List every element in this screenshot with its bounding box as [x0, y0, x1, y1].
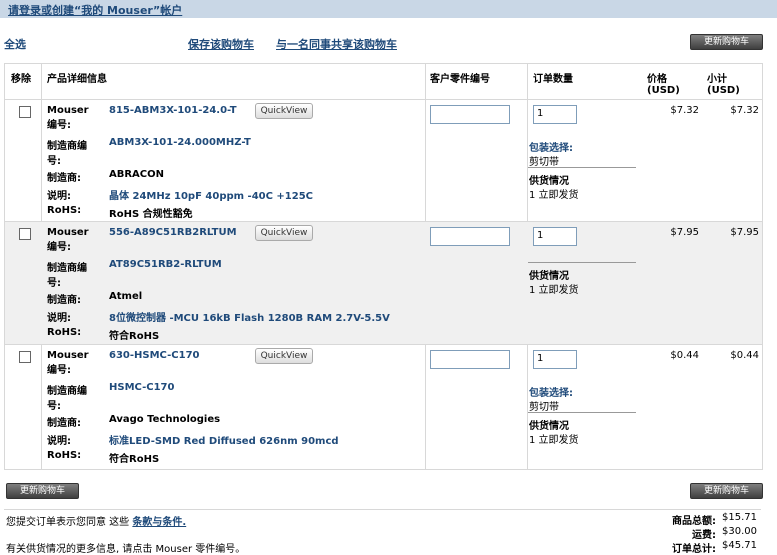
desc-label: 说明: — [47, 436, 71, 447]
customer-part-input[interactable] — [430, 105, 510, 124]
desc-label: 说明: — [47, 191, 71, 202]
mouser-no-label: Mouser 编号: — [47, 227, 89, 253]
qty-input[interactable]: 1 — [533, 227, 577, 246]
desc-link[interactable]: 8位微控制器 -MCU 16kB Flash 1280B RAM 2.7V-5.… — [109, 309, 390, 324]
divider — [528, 167, 636, 168]
mouser-no-label: Mouser 编号: — [47, 350, 89, 376]
cart-table-header: 移除 产品详细信息 客户零件编号 订单数量 价格 (USD) 小计 (USD) — [5, 64, 762, 100]
line-subtotal: $7.95 — [730, 227, 759, 238]
rohs-value: 符合RoHS — [109, 331, 160, 342]
mfr-no-label: 制造商编号: — [47, 263, 87, 289]
merch-total-value: $15.71 — [722, 512, 757, 523]
quickview-button[interactable]: QuickView — [255, 103, 313, 119]
login-link[interactable]: 请登录或创建“我的 Mouser”帐户 — [8, 2, 182, 18]
save-cart-link[interactable]: 保存该购物车 — [188, 36, 254, 52]
cart-row: Mouser 编号: 556-A89C51RB2RLTUM QuickView … — [5, 222, 762, 345]
remove-checkbox[interactable] — [19, 106, 31, 118]
mouser-no-link[interactable]: 815-ABM3X-101-24.0-T — [109, 105, 237, 116]
mfr-no-link[interactable]: HSMC-C170 — [109, 382, 174, 393]
availability-value: 1 立即发货 — [529, 435, 579, 446]
shipping-value: $30.00 — [722, 526, 757, 537]
mfr-value: Avago Technologies — [109, 414, 221, 425]
mfr-label: 制造商: — [47, 295, 81, 306]
rohs-label: RoHS: — [47, 327, 82, 338]
update-cart-button-top[interactable]: 更新购物车 — [690, 34, 763, 50]
shipping-label: 运费: — [692, 530, 716, 541]
terms-text: 您提交订单表示您同意 这些 条款与条件. — [6, 513, 186, 528]
packaging-value: 剪切带 — [529, 157, 559, 168]
update-cart-button-bottom-left[interactable]: 更新购物车 — [6, 483, 79, 499]
quickview-button[interactable]: QuickView — [255, 225, 313, 241]
mfr-no-label: 制造商编号: — [47, 141, 87, 167]
availability-label: 供货情况 — [529, 271, 569, 282]
divider — [4, 509, 761, 510]
line-subtotal: $0.44 — [730, 350, 759, 361]
mfr-no-link[interactable]: AT89C51RB2-RLTUM — [109, 259, 222, 270]
rohs-value: 符合RoHS — [109, 454, 160, 465]
col-subtotal: 小计 (USD) — [707, 74, 740, 96]
login-bar: 请登录或创建“我的 Mouser”帐户 — [0, 0, 777, 18]
terms-prefix: 您提交订单表示您同意 这些 — [6, 517, 130, 528]
col-order-qty: 订单数量 — [533, 74, 573, 85]
unit-price: $7.32 — [670, 105, 699, 116]
availability-value: 1 立即发货 — [529, 285, 579, 296]
mfr-no-link[interactable]: ABM3X-101-24.000MHZ-T — [109, 137, 251, 148]
packaging-link[interactable]: 包装选择: — [529, 139, 573, 154]
mouser-no-link[interactable]: 556-A89C51RB2RLTUM — [109, 227, 237, 238]
mfr-label: 制造商: — [47, 173, 81, 184]
mouser-no-label: Mouser 编号: — [47, 105, 89, 131]
rohs-value: RoHS 合规性豁免 — [109, 209, 193, 220]
mfr-no-label: 制造商编号: — [47, 386, 87, 412]
cart-row: Mouser 编号: 630-HSMC-C170 QuickView 制造商编号… — [5, 345, 762, 468]
col-price: 价格 (USD) — [647, 74, 680, 96]
divider — [528, 262, 636, 263]
rohs-label: RoHS: — [47, 205, 82, 216]
remove-checkbox[interactable] — [19, 228, 31, 240]
cart-toolbar: 全选 保存该购物车 与一名同事共享该购物车 — [0, 28, 777, 54]
desc-label: 说明: — [47, 313, 71, 324]
remove-checkbox[interactable] — [19, 351, 31, 363]
col-remove: 移除 — [11, 74, 31, 85]
cart-row: Mouser 编号: 815-ABM3X-101-24.0-T QuickVie… — [5, 100, 762, 222]
merch-total-label: 商品总额: — [672, 516, 716, 527]
update-cart-button-bottom-right[interactable]: 更新购物车 — [690, 483, 763, 499]
quickview-button[interactable]: QuickView — [255, 348, 313, 364]
order-total-value: $45.71 — [722, 540, 757, 551]
availability-label: 供货情况 — [529, 176, 569, 187]
share-cart-link[interactable]: 与一名同事共享该购物车 — [276, 36, 397, 52]
packaging-link[interactable]: 包装选择: — [529, 384, 573, 399]
availability-label: 供货情况 — [529, 421, 569, 432]
terms-link[interactable]: 条款与条件. — [132, 517, 186, 528]
desc-link[interactable]: 晶体 24MHz 10pF 40ppm -40C +125C — [109, 187, 313, 202]
mfr-label: 制造商: — [47, 418, 81, 429]
customer-part-input[interactable] — [430, 350, 510, 369]
mouser-no-link[interactable]: 630-HSMC-C170 — [109, 350, 199, 361]
customer-part-input[interactable] — [430, 227, 510, 246]
qty-input[interactable]: 1 — [533, 105, 577, 124]
unit-price: $0.44 — [670, 350, 699, 361]
mfr-value: ABRACON — [109, 169, 165, 180]
mfr-value: Atmel — [109, 291, 143, 302]
col-details: 产品详细信息 — [47, 74, 107, 85]
cart-table: 移除 产品详细信息 客户零件编号 订单数量 价格 (USD) 小计 (USD) … — [4, 63, 763, 470]
col-customer-part: 客户零件编号 — [430, 74, 490, 85]
line-subtotal: $7.32 — [730, 105, 759, 116]
availability-value: 1 立即发货 — [529, 190, 579, 201]
packaging-value: 剪切带 — [529, 402, 559, 413]
unit-price: $7.95 — [670, 227, 699, 238]
select-all-link[interactable]: 全选 — [4, 36, 26, 52]
qty-input[interactable]: 1 — [533, 350, 577, 369]
rohs-label: RoHS: — [47, 450, 82, 461]
divider — [528, 412, 636, 413]
desc-link[interactable]: 标准LED-SMD Red Diffused 626nm 90mcd — [109, 432, 339, 447]
